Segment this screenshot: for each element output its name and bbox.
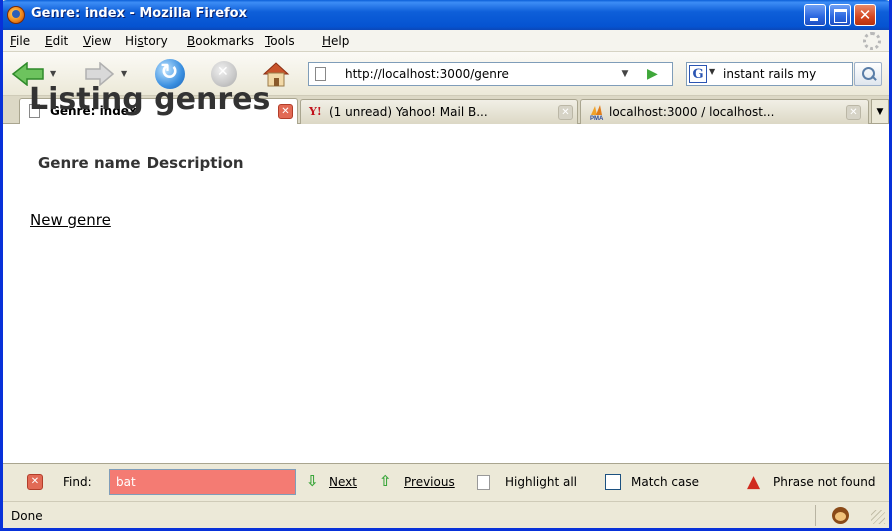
tab-label: localhost:3000 / localhost...	[609, 105, 775, 119]
browser-window: Genre: index - Mozilla Firefox ✕ File Ed…	[0, 0, 892, 531]
resize-grip-icon[interactable]	[871, 510, 885, 524]
url-input[interactable]: http://localhost:3000/genre	[345, 67, 509, 81]
status-bar: Done	[3, 501, 889, 528]
forward-dropdown-icon[interactable]: ▼	[121, 69, 127, 78]
find-previous-arrow-icon[interactable]: ⇧	[379, 472, 392, 490]
greasemonkey-icon[interactable]	[832, 507, 849, 524]
google-engine-icon[interactable]: G	[689, 65, 707, 83]
menu-help[interactable]: Help	[322, 34, 349, 48]
menu-file[interactable]: File	[10, 34, 30, 48]
find-next-arrow-icon[interactable]: ⇩	[306, 472, 319, 490]
column-header-genre-name: Genre name	[38, 154, 141, 172]
find-next-button[interactable]: Next	[329, 475, 357, 489]
highlight-all-icon[interactable]	[477, 475, 490, 490]
tab-list-dropdown-icon[interactable]: ▼	[871, 99, 889, 124]
close-icon: ✕	[858, 6, 872, 24]
menu-view[interactable]: View	[83, 34, 111, 48]
menu-edit[interactable]: Edit	[45, 34, 68, 48]
yahoo-favicon-icon: Y!	[309, 105, 322, 118]
warning-icon: ▲	[747, 472, 761, 492]
svg-text:PMA: PMA	[590, 116, 604, 121]
find-label: Find:	[63, 475, 92, 489]
menu-history[interactable]: History	[125, 34, 168, 48]
menu-bar: File Edit View History Bookmarks Tools H…	[3, 30, 889, 52]
genres-table: Genre name Description	[36, 152, 250, 174]
page-title: Listing genres	[29, 82, 271, 117]
column-header-description: Description	[146, 154, 244, 172]
firefox-logo-icon	[7, 6, 25, 24]
menu-bookmarks[interactable]: Bookmarks	[187, 34, 254, 48]
tab-label: (1 unread) Yahoo! Mail B...	[329, 105, 488, 119]
tab-close-icon[interactable]: ✕	[558, 105, 573, 120]
menu-tools[interactable]: Tools	[265, 34, 295, 48]
status-divider	[815, 505, 816, 526]
status-text: Done	[11, 509, 43, 523]
magnifier-icon[interactable]	[854, 62, 882, 86]
back-dropdown-icon[interactable]: ▼	[50, 69, 56, 78]
tab-phpmyadmin[interactable]: PMA localhost:3000 / localhost... ✕	[580, 99, 869, 124]
title-bar[interactable]: Genre: index - Mozilla Firefox ✕	[3, 0, 889, 30]
engine-dropdown-icon[interactable]: ▼	[709, 67, 715, 76]
match-case-label[interactable]: Match case	[631, 475, 699, 489]
match-case-checkbox[interactable]	[605, 474, 621, 490]
table-header-row: Genre name Description	[38, 154, 248, 172]
tab-yahoo-mail[interactable]: Y! (1 unread) Yahoo! Mail B... ✕	[300, 99, 578, 124]
page-icon	[315, 67, 326, 81]
maximize-button[interactable]	[829, 4, 851, 26]
close-window-button[interactable]: ✕	[854, 4, 876, 26]
search-bar[interactable]: G ▼ instant rails my	[686, 62, 853, 86]
close-find-bar-icon[interactable]: ✕	[27, 474, 43, 490]
phrase-not-found-message: Phrase not found	[773, 475, 876, 489]
page-content	[3, 124, 889, 463]
go-arrow-icon[interactable]: ▶	[647, 66, 658, 82]
find-bar: ✕ Find: bat ⇩ Next ⇧ Previous Highlight …	[3, 463, 889, 501]
phpmyadmin-favicon-icon: PMA	[590, 105, 604, 121]
find-input-value: bat	[116, 475, 136, 489]
highlight-all-button[interactable]: Highlight all	[505, 475, 577, 489]
throbber-icon	[863, 32, 881, 50]
window-title: Genre: index - Mozilla Firefox	[31, 6, 247, 21]
url-dropdown-icon[interactable]: ▼	[616, 66, 634, 82]
tab-close-icon[interactable]: ✕	[846, 105, 861, 120]
tab-close-icon[interactable]: ✕	[278, 104, 293, 119]
minimize-button[interactable]	[804, 4, 826, 26]
new-genre-link[interactable]: New genre	[30, 211, 111, 229]
find-input[interactable]: bat	[109, 469, 296, 495]
address-bar[interactable]: http://localhost:3000/genre ▼ ▶	[308, 62, 673, 86]
find-previous-button[interactable]: Previous	[404, 475, 455, 489]
search-input[interactable]: instant rails my	[723, 67, 816, 81]
